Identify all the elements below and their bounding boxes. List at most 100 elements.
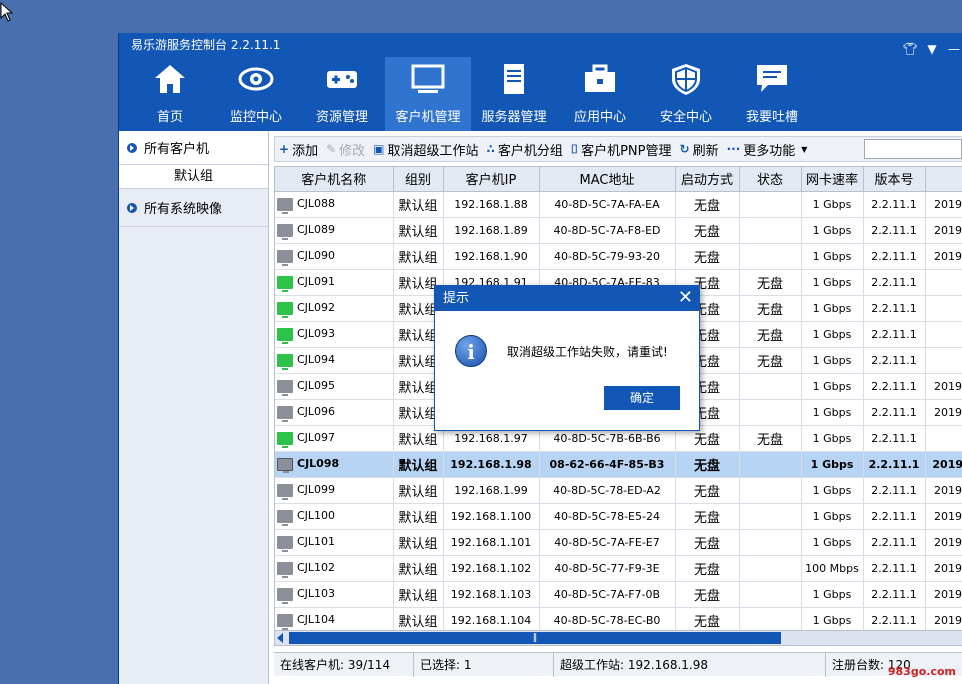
table-row[interactable]: CJL090 默认组 192.168.1.90 40-8D-5C-79-93-20 无盘… <box>275 243 962 270</box>
cell-boot: 无盘 <box>675 581 740 608</box>
cell-speed: 1 Gbps <box>801 373 864 400</box>
refresh-button[interactable]: ↻ 刷新 <box>680 140 719 159</box>
table-row[interactable]: CJL102 默认组 192.168.1.102 40-8D-5C-77-F9-3E 无… <box>275 555 962 582</box>
column-header[interactable]: 客户机名称 <box>275 167 394 192</box>
nav-label: 我要吐槽 <box>745 110 798 125</box>
cell-name: CJL097 <box>275 425 394 452</box>
nav-item-server[interactable]: 服务器管理 <box>471 57 557 131</box>
cell-status <box>739 217 802 244</box>
minimize-icon[interactable]: — <box>946 37 962 61</box>
cell-speed: 1 Gbps <box>801 607 864 631</box>
table-row[interactable]: CJL098 默认组 192.168.1.98 08-62-66-4F-85-B3 无盘… <box>275 451 962 478</box>
table-row[interactable]: CJL100 默认组 192.168.1.100 40-8D-5C-78-E5-24 无… <box>275 503 962 530</box>
nav-item-chat[interactable]: 我要吐槽 <box>729 57 815 131</box>
cell-group: 默认组 <box>393 243 444 270</box>
info-icon: i <box>455 335 487 367</box>
cell-mac: 40-8D-5C-7A-FE-E7 <box>539 529 676 556</box>
ok-button[interactable]: 确定 <box>604 386 680 410</box>
nav-item-monitor[interactable]: 客户机管理 <box>385 57 471 131</box>
nav-label: 资源管理 <box>315 110 368 125</box>
client-group-button[interactable]: ∴ 客户机分组 <box>487 140 563 159</box>
table-row[interactable]: CJL103 默认组 192.168.1.103 40-8D-5C-7A-F7-0B 无… <box>275 581 962 608</box>
table-row[interactable]: CJL088 默认组 192.168.1.88 40-8D-5C-7A-FA-EA 无盘… <box>275 191 962 218</box>
column-header[interactable]: 客户机IP <box>443 167 540 192</box>
cell-mac: 40-8D-5C-78-EC-B0 <box>539 607 676 631</box>
add-button[interactable]: + 添加 <box>279 140 318 159</box>
sidebar-item-all-clients[interactable]: 所有客户机 <box>119 131 268 165</box>
cell-status <box>739 503 802 530</box>
nav-item-eye[interactable]: 监控中心 <box>213 57 299 131</box>
super-workstation-info: 超级工作站: 192.168.1.98 <box>554 652 826 677</box>
cell-date: 2019- <box>925 399 962 426</box>
cell-ver: 2.2.11.1 <box>863 529 926 556</box>
group-icon: ∴ <box>486 142 495 156</box>
client-online-icon <box>277 353 293 370</box>
cell-status: 无盘 <box>739 347 802 374</box>
cell-name: CJL098 <box>275 451 394 478</box>
nav-label: 首页 <box>156 110 183 125</box>
status-bar: 在线客户机: 39/114 已选择: 1 超级工作站: 192.168.1.98… <box>274 652 962 677</box>
cell-group: 默认组 <box>393 217 444 244</box>
cell-status <box>739 243 802 270</box>
cell-status <box>739 555 802 582</box>
cell-group: 默认组 <box>393 529 444 556</box>
cell-date: 2019- <box>925 555 962 582</box>
client-offline-icon <box>277 535 293 552</box>
shield-icon <box>668 62 704 106</box>
scroll-left-icon[interactable] <box>277 633 283 643</box>
cell-ip: 192.168.1.102 <box>443 555 540 582</box>
client-online-icon <box>277 275 293 292</box>
sidebar-item-default-group[interactable]: 默认组 <box>119 165 268 189</box>
cell-ip: 192.168.1.98 <box>443 451 540 478</box>
scrollbar-thumb[interactable]: ‖ <box>289 632 781 644</box>
horizontal-scrollbar[interactable]: ‖ <box>274 630 962 646</box>
client-offline-icon <box>277 587 293 604</box>
cell-name: CJL102 <box>275 555 394 582</box>
table-row[interactable]: CJL089 默认组 192.168.1.89 40-8D-5C-7A-F8-ED 无盘… <box>275 217 962 244</box>
client-offline-icon <box>277 561 293 578</box>
table-row[interactable]: CJL101 默认组 192.168.1.101 40-8D-5C-7A-FE-E7 无… <box>275 529 962 556</box>
cell-name: CJL094 <box>275 347 394 374</box>
column-header[interactable] <box>925 167 962 192</box>
nav-item-shield[interactable]: 安全中心 <box>643 57 729 131</box>
nav-item-toolbox[interactable]: 应用中心 <box>557 57 643 131</box>
more-functions-button[interactable]: ··· 更多功能 ▼ <box>727 140 808 159</box>
client-offline-icon <box>277 223 293 240</box>
sidebar-item-label: 所有客户机 <box>144 142 210 157</box>
cell-status <box>739 477 802 504</box>
edit-button[interactable]: ✎ 修改 <box>326 140 365 159</box>
cell-status: 无盘 <box>739 425 802 452</box>
cell-ver: 2.2.11.1 <box>863 321 926 348</box>
menu-dropdown-icon[interactable]: ▼ <box>924 37 940 61</box>
skin-icon[interactable]: 👕︎ <box>902 37 918 61</box>
cell-ver: 2.2.11.1 <box>863 607 926 631</box>
cell-group: 默认组 <box>393 607 444 631</box>
table-row[interactable]: CJL104 默认组 192.168.1.104 40-8D-5C-78-EC-B0 无… <box>275 607 962 631</box>
nav-item-gamepad[interactable]: 资源管理 <box>299 57 385 131</box>
column-header[interactable]: MAC地址 <box>539 167 676 192</box>
cell-ip: 192.168.1.88 <box>443 191 540 218</box>
cell-date: 2019- <box>925 581 962 608</box>
table-row[interactable]: CJL099 默认组 192.168.1.99 40-8D-5C-78-ED-A2 无盘… <box>275 477 962 504</box>
cell-boot: 无盘 <box>675 555 740 582</box>
sidebar-item-label: 所有系统映像 <box>144 202 223 217</box>
column-header[interactable]: 状态 <box>739 167 802 192</box>
sidebar-item-system-images[interactable]: 所有系统映像 <box>119 189 268 227</box>
column-header[interactable]: 网卡速率 <box>801 167 864 192</box>
cell-ip: 192.168.1.103 <box>443 581 540 608</box>
nav-item-home[interactable]: 首页 <box>127 57 213 131</box>
cell-speed: 1 Gbps <box>801 503 864 530</box>
cell-group: 默认组 <box>393 451 444 478</box>
column-header[interactable]: 组别 <box>393 167 444 192</box>
close-icon[interactable]: ✕ <box>678 286 693 310</box>
client-pnp-button[interactable]: ⌷ 客户机PNP管理 <box>571 140 672 159</box>
cell-name: CJL093 <box>275 321 394 348</box>
search-input[interactable] <box>864 139 962 159</box>
cell-ver: 2.2.11.1 <box>863 269 926 296</box>
column-header[interactable]: 版本号 <box>863 167 926 192</box>
cancel-super-workstation-button[interactable]: ▣ 取消超级工作站 <box>373 140 478 159</box>
column-header[interactable]: 启动方式 <box>675 167 740 192</box>
cell-status <box>739 529 802 556</box>
cell-name: CJL091 <box>275 269 394 296</box>
cell-ver: 2.2.11.1 <box>863 217 926 244</box>
